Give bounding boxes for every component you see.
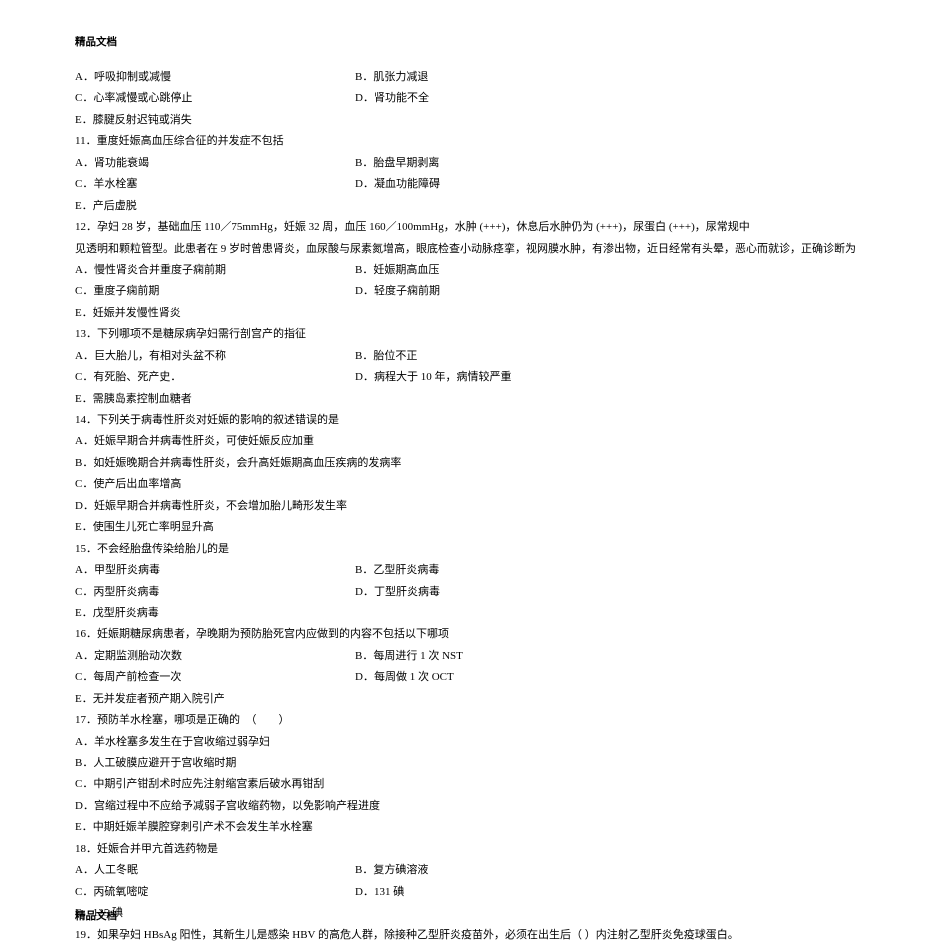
option-right: B．乙型肝炎病毒 [355, 560, 870, 581]
option-left: C．心率减慢或心跳停止 [75, 88, 355, 109]
text-line: A．肾功能衰竭B．胎盘早期剥离 [75, 153, 870, 174]
line-text: 13．下列哪项不是糖尿病孕妇需行剖宫产的指征 [75, 324, 306, 345]
line-text: A．羊水栓塞多发生在于宫收缩过弱孕妇 [75, 732, 270, 753]
page-footer: 精品文档 [75, 908, 117, 923]
text-line: E．需胰岛素控制血糖者 [75, 389, 870, 410]
line-text: 见透明和颗粒管型。此患者在 9 岁时曾患肾炎，血尿酸与尿素氮增高，眼底检查小动脉… [75, 239, 856, 260]
option-left: C．每周产前检查一次 [75, 667, 355, 688]
option-right: B．复方碘溶液 [355, 860, 870, 881]
text-line: 15．不会经胎盘传染给胎儿的是 [75, 539, 870, 560]
text-line: D．妊娠早期合并病毒性肝炎，不会增加胎儿畸形发生率 [75, 496, 870, 517]
text-line: E．中期妊娠羊膜腔穿刺引产术不会发生羊水栓塞 [75, 817, 870, 838]
line-text: E．中期妊娠羊膜腔穿刺引产术不会发生羊水栓塞 [75, 817, 313, 838]
line-text: E．产后虚脱 [75, 196, 137, 217]
option-left: A．甲型肝炎病毒 [75, 560, 355, 581]
option-right: D．凝血功能障碍 [355, 174, 870, 195]
text-line: A．甲型肝炎病毒B．乙型肝炎病毒 [75, 560, 870, 581]
line-text: 12．孕妇 28 岁，基础血压 110／75mmHg，妊娠 32 周，血压 16… [75, 217, 750, 238]
option-right: B．肌张力减退 [355, 67, 870, 88]
option-right: B．每周进行 1 次 NST [355, 646, 870, 667]
text-line: A．妊娠早期合并病毒性肝炎，可使妊娠反应加重 [75, 431, 870, 452]
text-line: A．呼吸抑制或减慢B．肌张力减退 [75, 67, 870, 88]
text-line: A．人工冬眠B．复方碘溶液 [75, 860, 870, 881]
option-left: C．重度子痫前期 [75, 281, 355, 302]
text-line: C．中期引产钳刮术时应先注射缩宫素后破水再钳刮 [75, 774, 870, 795]
line-text: B．人工破膜应避开于宫收缩时期 [75, 753, 236, 774]
line-text: 17．预防羊水栓塞，哪项是正确的 （ ） [75, 710, 290, 731]
line-text: A．妊娠早期合并病毒性肝炎，可使妊娠反应加重 [75, 431, 314, 452]
option-right: B．妊娠期高血压 [355, 260, 870, 281]
line-text: E．妊娠并发慢性肾炎 [75, 303, 181, 324]
text-line: C．丙型肝炎病毒D．丁型肝炎病毒 [75, 582, 870, 603]
text-line: 见透明和颗粒管型。此患者在 9 岁时曾患肾炎，血尿酸与尿素氮增高，眼底检查小动脉… [75, 239, 870, 260]
option-right: B．胎盘早期剥离 [355, 153, 870, 174]
page-header: 精品文档 [75, 34, 870, 49]
option-left: A．慢性肾炎合并重度子痫前期 [75, 260, 355, 281]
option-left: A．定期监测胎动次数 [75, 646, 355, 667]
text-line: 19．如果孕妇 HBsAg 阳性，其新生儿是感染 HBV 的高危人群，除接种乙型… [75, 925, 870, 946]
line-text: E．戊型肝炎病毒 [75, 603, 159, 624]
text-line: E．戊型肝炎病毒 [75, 603, 870, 624]
text-line: D．宫缩过程中不应给予减弱子宫收缩药物，以免影响产程进度 [75, 796, 870, 817]
option-left: A．人工冬眠 [75, 860, 355, 881]
text-line: C．每周产前检查一次D．每周做 1 次 OCT [75, 667, 870, 688]
line-text: 15．不会经胎盘传染给胎儿的是 [75, 539, 229, 560]
line-text: 11．重度妊娠高血压综合征的并发症不包括 [75, 131, 284, 152]
line-text: E．使围生儿死亡率明显升高 [75, 517, 214, 538]
line-text: D．宫缩过程中不应给予减弱子宫收缩药物，以免影响产程进度 [75, 796, 380, 817]
line-text: C．使产后出血率增高 [75, 474, 181, 495]
text-line: E．125 碘 [75, 903, 870, 924]
option-right: D．丁型肝炎病毒 [355, 582, 870, 603]
text-line: C．丙硫氧嘧啶D．131 碘 [75, 882, 870, 903]
option-right: D．肾功能不全 [355, 88, 870, 109]
text-line: B．如妊娠晚期合并病毒性肝炎，会升高妊娠期高血压疾病的发病率 [75, 453, 870, 474]
text-line: C．有死胎、死产史．D．病程大于 10 年，病情较严重 [75, 367, 870, 388]
text-line: C．使产后出血率增高 [75, 474, 870, 495]
text-line: B．人工破膜应避开于宫收缩时期 [75, 753, 870, 774]
document-page: 精品文档 A．呼吸抑制或减慢B．肌张力减退C．心率减慢或心跳停止D．肾功能不全E… [0, 0, 945, 945]
text-line: C．羊水栓塞D．凝血功能障碍 [75, 174, 870, 195]
line-text: C．中期引产钳刮术时应先注射缩宫素后破水再钳刮 [75, 774, 324, 795]
text-line: 16．妊娠期糖尿病患者，孕晚期为预防胎死宫内应做到的内容不包括以下哪项 [75, 624, 870, 645]
option-left: A．呼吸抑制或减慢 [75, 67, 355, 88]
text-line: C．心率减慢或心跳停止D．肾功能不全 [75, 88, 870, 109]
option-left: C．丙硫氧嘧啶 [75, 882, 355, 903]
text-line: 14．下列关于病毒性肝炎对妊娠的影响的叙述错误的是 [75, 410, 870, 431]
text-line: A．巨大胎儿，有相对头盆不称B．胎位不正 [75, 346, 870, 367]
text-line: 17．预防羊水栓塞，哪项是正确的 （ ） [75, 710, 870, 731]
line-text: 19．如果孕妇 HBsAg 阳性，其新生儿是感染 HBV 的高危人群，除接种乙型… [75, 925, 739, 946]
text-line: 12．孕妇 28 岁，基础血压 110／75mmHg，妊娠 32 周，血压 16… [75, 217, 870, 238]
text-line: C．重度子痫前期D．轻度子痫前期 [75, 281, 870, 302]
text-line: E．妊娠并发慢性肾炎 [75, 303, 870, 324]
text-line: E．产后虚脱 [75, 196, 870, 217]
option-right: D．131 碘 [355, 882, 870, 903]
line-text: 18．妊娠合并甲亢首选药物是 [75, 839, 218, 860]
text-line: 18．妊娠合并甲亢首选药物是 [75, 839, 870, 860]
text-line: 13．下列哪项不是糖尿病孕妇需行剖宫产的指征 [75, 324, 870, 345]
option-left: C．有死胎、死产史． [75, 367, 355, 388]
text-line: A．慢性肾炎合并重度子痫前期B．妊娠期高血压 [75, 260, 870, 281]
document-body: A．呼吸抑制或减慢B．肌张力减退C．心率减慢或心跳停止D．肾功能不全E．膝腱反射… [75, 67, 870, 946]
line-text: 16．妊娠期糖尿病患者，孕晚期为预防胎死宫内应做到的内容不包括以下哪项 [75, 624, 449, 645]
option-left: C．羊水栓塞 [75, 174, 355, 195]
text-line: A．羊水栓塞多发生在于宫收缩过弱孕妇 [75, 732, 870, 753]
line-text: E．无并发症者预产期入院引产 [75, 689, 225, 710]
option-right: D．每周做 1 次 OCT [355, 667, 870, 688]
text-line: E．膝腱反射迟钝或消失 [75, 110, 870, 131]
text-line: 11．重度妊娠高血压综合征的并发症不包括 [75, 131, 870, 152]
option-left: C．丙型肝炎病毒 [75, 582, 355, 603]
line-text: 14．下列关于病毒性肝炎对妊娠的影响的叙述错误的是 [75, 410, 339, 431]
line-text: D．妊娠早期合并病毒性肝炎，不会增加胎儿畸形发生率 [75, 496, 347, 517]
line-text: E．膝腱反射迟钝或消失 [75, 110, 192, 131]
option-right: D．病程大于 10 年，病情较严重 [355, 367, 870, 388]
text-line: E．无并发症者预产期入院引产 [75, 689, 870, 710]
text-line: A．定期监测胎动次数B．每周进行 1 次 NST [75, 646, 870, 667]
option-left: A．肾功能衰竭 [75, 153, 355, 174]
option-left: A．巨大胎儿，有相对头盆不称 [75, 346, 355, 367]
line-text: E．需胰岛素控制血糖者 [75, 389, 192, 410]
text-line: E．使围生儿死亡率明显升高 [75, 517, 870, 538]
option-right: B．胎位不正 [355, 346, 870, 367]
line-text: B．如妊娠晚期合并病毒性肝炎，会升高妊娠期高血压疾病的发病率 [75, 453, 401, 474]
option-right: D．轻度子痫前期 [355, 281, 870, 302]
